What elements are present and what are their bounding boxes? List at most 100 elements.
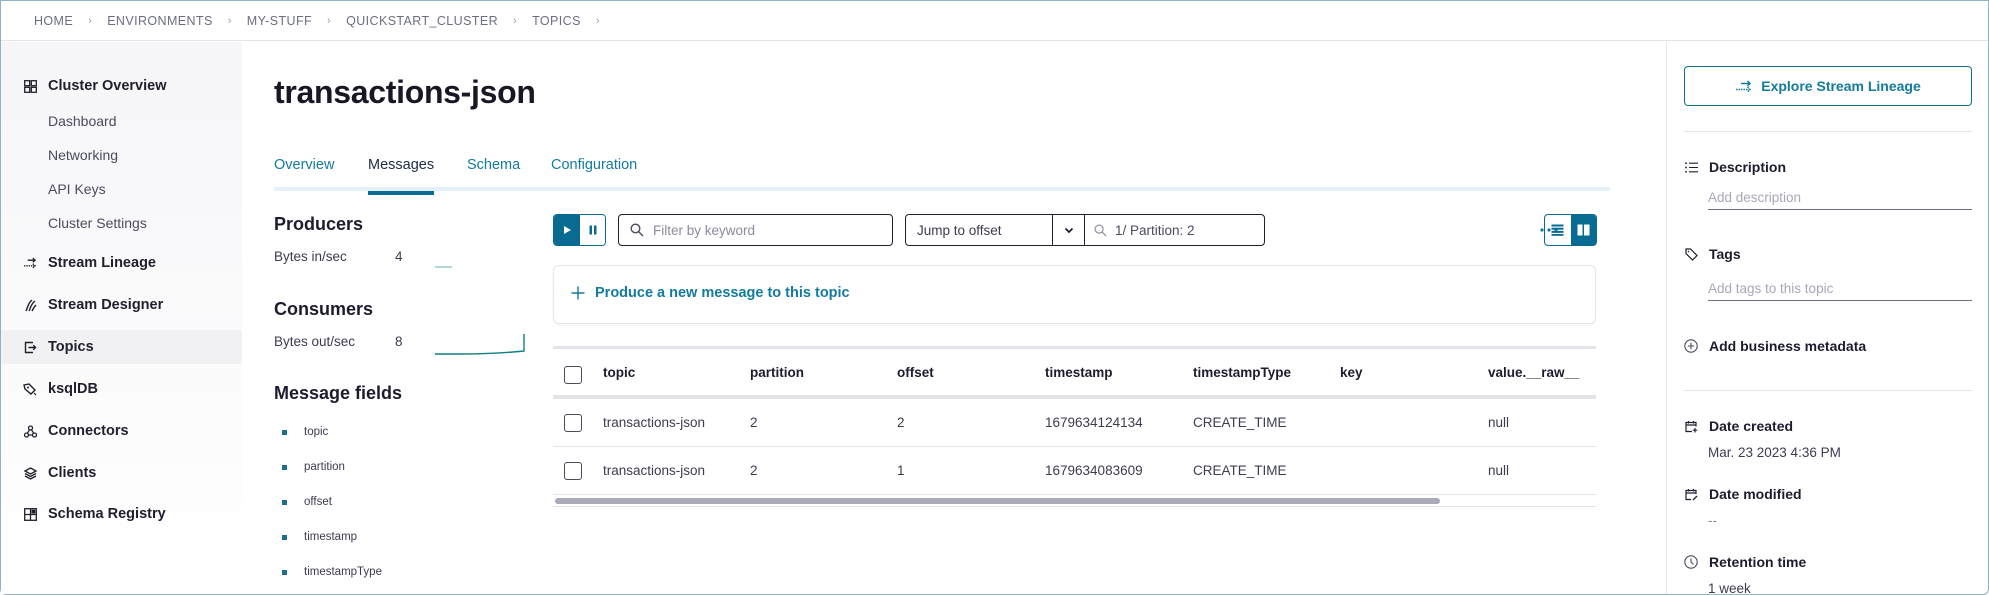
breadcrumb-topics[interactable]: TOPICS (532, 14, 581, 28)
stream-lineage-icon (23, 256, 37, 270)
produce-message-button[interactable]: Produce a new message to this topic (571, 285, 850, 301)
row-checkbox[interactable] (564, 462, 582, 480)
cell-timestamptype: CREATE_TIME (1193, 463, 1287, 478)
pause-button[interactable] (580, 215, 605, 245)
column-header-key[interactable]: key (1340, 349, 1363, 395)
cell-offset: 1 (897, 463, 905, 478)
breadcrumb-cluster[interactable]: QUICKSTART_CLUSTER (346, 14, 498, 28)
field-label: timestampType (304, 566, 382, 578)
date-modified-value: -- (1708, 513, 1717, 528)
tab-messages[interactable]: Messages (368, 157, 435, 195)
jump-to-offset-dropdown[interactable] (1053, 215, 1085, 245)
field-label: timestamp (304, 531, 358, 543)
retention-time-value: 1 week (1708, 581, 1751, 595)
table-row[interactable]: transactions-json 2 2 1679634124134 CREA… (553, 399, 1596, 447)
offset-group: Jump to offset (905, 214, 1265, 246)
column-header-topic[interactable]: topic (603, 349, 635, 395)
tab-overview[interactable]: Overview (274, 157, 334, 191)
tab-configuration[interactable]: Configuration (551, 157, 637, 191)
plus-icon (571, 286, 585, 300)
tab-schema[interactable]: Schema (467, 157, 520, 191)
date-created-value: Mar. 23 2023 4:36 PM (1708, 445, 1841, 460)
sidebar-item-stream-designer[interactable]: Stream Designer (1, 288, 242, 322)
sidebar-item-cluster-settings[interactable]: Cluster Settings (48, 215, 147, 231)
column-header-timestamp[interactable]: timestamp (1045, 349, 1113, 395)
sidebar-item-networking[interactable]: Networking (48, 147, 118, 163)
sidebar-item-dashboard[interactable]: Dashboard (48, 113, 117, 129)
description-input[interactable] (1708, 186, 1972, 210)
field-label: topic (304, 426, 329, 438)
scrollbar-thumb[interactable] (555, 498, 1440, 504)
sidebar-item-cluster-overview[interactable]: Cluster Overview (1, 69, 242, 103)
retention-time-heading: Retention time (1684, 554, 1806, 570)
breadcrumb-home[interactable]: HOME (34, 14, 73, 28)
split-view-icon (1577, 224, 1590, 236)
tags-input[interactable] (1708, 277, 1972, 301)
sidebar-item-label: Topics (48, 339, 94, 355)
cluster-overview-icon (23, 79, 37, 93)
breadcrumb-my-stuff[interactable]: MY-STUFF (247, 14, 312, 28)
view-toggle (1544, 214, 1597, 246)
ksqldb-icon (23, 382, 37, 396)
bullet-icon (282, 429, 287, 435)
jump-to-offset-select[interactable]: Jump to offset (906, 215, 1053, 245)
connectors-icon (23, 424, 37, 438)
chevron-right-icon: › (88, 14, 93, 27)
chevron-right-icon: › (595, 14, 600, 27)
field-label: offset (304, 496, 332, 508)
offset-input[interactable] (1115, 222, 1235, 238)
sidebar-item-label: ksqlDB (48, 381, 98, 397)
column-header-value-raw[interactable]: value.__raw__ (1488, 349, 1580, 395)
clock-icon (1684, 555, 1698, 569)
offset-search-field[interactable] (1085, 215, 1264, 245)
table-view-button[interactable] (1545, 215, 1571, 245)
sidebar-item-clients[interactable]: Clients (1, 456, 242, 490)
message-field-item: topic (282, 426, 328, 438)
sidebar-item-topics[interactable]: Topics (1, 330, 242, 364)
filter-keyword-input[interactable] (653, 222, 873, 238)
consumers-value: 8 (395, 334, 403, 349)
sidebar-item-label: Connectors (48, 423, 129, 439)
breadcrumb: HOME › ENVIRONMENTS › MY-STUFF › QUICKST… (1, 1, 1988, 41)
sidebar: Cluster Overview Dashboard Networking AP… (1, 42, 242, 594)
field-label: partition (304, 461, 345, 473)
sidebar-item-label: Stream Lineage (48, 255, 156, 271)
column-header-timestamptype[interactable]: timestampType (1193, 349, 1291, 395)
select-all-checkbox[interactable] (564, 366, 582, 384)
sidebar-item-api-keys[interactable]: API Keys (48, 181, 106, 197)
producers-sparkline (435, 266, 452, 268)
row-checkbox[interactable] (564, 414, 582, 432)
table-row[interactable]: transactions-json 2 1 1679634083609 CREA… (553, 447, 1596, 495)
horizontal-scrollbar[interactable] (553, 495, 1596, 507)
stream-lineage-icon (1735, 79, 1752, 93)
filter-keyword-field[interactable] (618, 214, 893, 246)
stream-designer-icon (23, 298, 37, 312)
date-modified-label: Date modified (1709, 486, 1802, 502)
produce-message-card: Produce a new message to this topic (553, 265, 1596, 324)
breadcrumb-environments[interactable]: ENVIRONMENTS (107, 14, 213, 28)
chevron-down-icon (1064, 227, 1073, 233)
explore-stream-lineage-button[interactable]: Explore Stream Lineage (1684, 66, 1972, 106)
card-view-button[interactable] (1570, 215, 1596, 245)
cell-offset: 2 (897, 415, 905, 430)
add-business-metadata-button[interactable]: Add business metadata (1684, 338, 1866, 354)
sidebar-item-ksqldb[interactable]: ksqlDB (1, 372, 242, 406)
sidebar-item-stream-lineage[interactable]: Stream Lineage (1, 246, 242, 280)
bullet-icon (282, 464, 287, 470)
producers-value: 4 (395, 249, 403, 264)
play-button[interactable] (554, 215, 580, 245)
cell-timestamp: 1679634083609 (1045, 463, 1143, 478)
message-field-item: timestampType (282, 566, 382, 578)
cell-value-raw: null (1488, 463, 1510, 478)
producers-label: Bytes in/sec (274, 249, 347, 264)
description-heading: Description (1684, 159, 1786, 175)
consumers-sparkline (435, 334, 525, 355)
message-field-item: timestamp (282, 531, 357, 543)
consumers-title: Consumers (274, 299, 374, 319)
sidebar-item-connectors[interactable]: Connectors (1, 414, 242, 448)
column-header-partition[interactable]: partition (750, 349, 804, 395)
column-header-offset[interactable]: offset (897, 349, 934, 395)
sidebar-item-schema-registry[interactable]: Schema Registry (1, 497, 242, 531)
description-label: Description (1709, 159, 1787, 175)
produce-message-label: Produce a new message to this topic (595, 285, 850, 301)
